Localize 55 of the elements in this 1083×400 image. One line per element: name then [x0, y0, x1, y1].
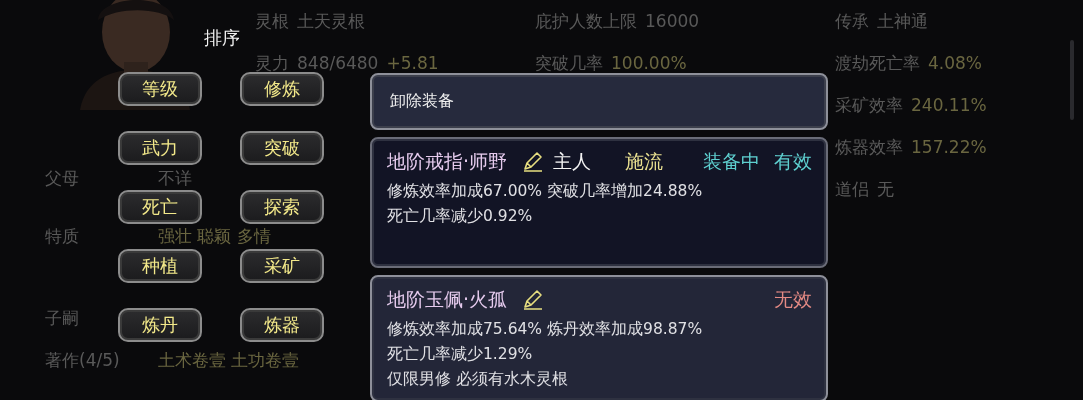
stat-value: 土神通: [877, 9, 928, 33]
effect-text: 死亡几率减少0.92%: [387, 206, 534, 227]
stat-value: 土天灵根: [297, 9, 365, 33]
stat-value: 16000: [645, 11, 700, 31]
stat-label: 特质: [45, 224, 80, 248]
stat-value: 848/6480: [297, 53, 379, 73]
stat-label: 子嗣: [45, 306, 80, 330]
sort-button[interactable]: 采矿: [240, 249, 324, 283]
validity-label: 无效: [774, 287, 812, 312]
stat-value: 强壮 聪颖 多情: [158, 224, 271, 248]
stat-label: 道侣: [835, 177, 869, 201]
stat-value: 240.11%: [911, 95, 987, 115]
stat-label: 庇护人数上限: [535, 9, 637, 33]
item-name: 地阶玉佩·火孤: [387, 287, 508, 312]
sort-button[interactable]: 炼丹: [118, 308, 202, 342]
stat-label: 父母: [45, 166, 80, 190]
equipped-label: 装备中: [703, 149, 760, 174]
equipment-card[interactable]: 地阶玉佩·火孤 无效 修炼效率加成75.64% 炼丹效率加成98.87% 死亡几率减少1.29% 仅限男修 必须有水木灵根: [370, 275, 828, 400]
sort-button[interactable]: 修炼: [240, 72, 324, 106]
pencil-icon[interactable]: [521, 151, 544, 173]
sort-button[interactable]: 突破: [240, 131, 324, 165]
effect-text: 修炼效率加成67.00% 突破几率增加24.88%: [387, 181, 704, 202]
validity-label: 有效: [774, 149, 812, 174]
sort-button[interactable]: 探索: [240, 190, 324, 224]
effect-text: 修炼效率加成75.64% 炼丹效率加成98.87%: [387, 319, 704, 340]
effect-text: 死亡几率减少1.29%: [387, 344, 534, 365]
sort-button[interactable]: 炼器: [240, 308, 324, 342]
owner-label: 主人: [553, 149, 592, 174]
stat-label: 采矿效率: [835, 93, 903, 117]
sort-title: 排序: [204, 26, 240, 50]
stat-label: 著作(4/5): [45, 348, 121, 372]
stat-label: 渡劫死亡率: [835, 51, 920, 75]
unequip-button[interactable]: 卸除装备: [370, 73, 828, 130]
stat-value: 4.08%: [928, 53, 982, 73]
scrollbar[interactable]: [1070, 40, 1074, 120]
school-label: 施流: [625, 149, 664, 174]
sort-button[interactable]: 死亡: [118, 190, 202, 224]
stat-value: 157.22%: [911, 137, 987, 157]
stat-value: 100.00%: [611, 53, 687, 73]
stat-value: 土术卷壹 土功卷壹: [158, 348, 300, 372]
equipment-card[interactable]: 地阶戒指·师野 主人 施流 装备中 有效 修炼效率加成67.00% 突破几率增加24.88% 死亡几率减少0.92%: [370, 137, 828, 268]
effect-text: 仅限男修 必须有水木灵根: [387, 369, 569, 390]
stat-label: 灵根: [255, 9, 289, 33]
stat-label: 传承: [835, 9, 869, 33]
stat-label: 灵力: [255, 51, 289, 75]
stat-bonus: +5.81: [386, 53, 439, 73]
stat-label: 炼器效率: [835, 135, 903, 159]
pencil-icon[interactable]: [521, 289, 544, 311]
sort-button[interactable]: 种植: [118, 249, 202, 283]
stat-label: 突破几率: [535, 51, 603, 75]
sort-button[interactable]: 武力: [118, 131, 202, 165]
sort-button[interactable]: 等级: [118, 72, 202, 106]
stat-value: 无: [877, 177, 894, 201]
item-name: 地阶戒指·师野: [387, 149, 508, 174]
stat-value: 不详: [158, 166, 192, 190]
